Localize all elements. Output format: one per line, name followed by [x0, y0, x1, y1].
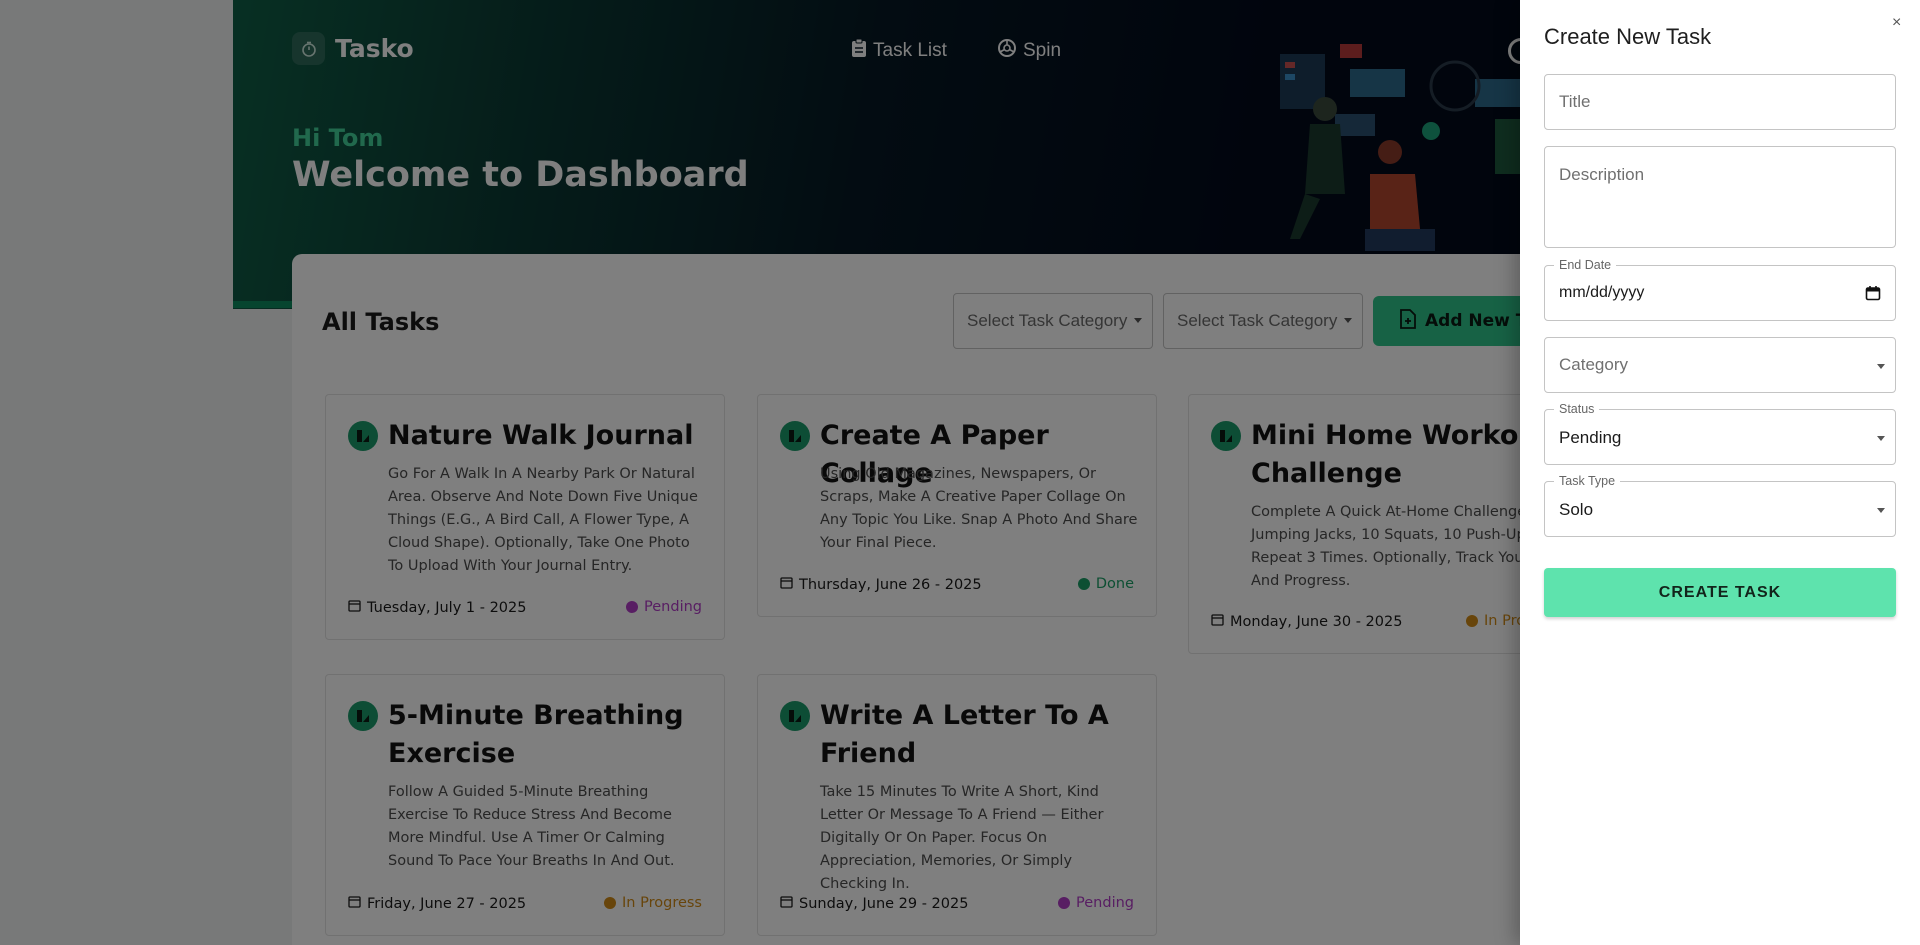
create-task-drawer: Create New Task × Title Description End …	[1520, 0, 1920, 945]
status-select[interactable]: Status Pending	[1544, 402, 1896, 465]
description-placeholder: Description	[1559, 165, 1645, 184]
end-date-label: End Date	[1554, 258, 1617, 272]
description-field[interactable]: Description	[1544, 146, 1896, 248]
create-task-button[interactable]: CREATE TASK	[1544, 568, 1896, 617]
task-type-select[interactable]: Task Type Solo	[1544, 474, 1896, 537]
title-placeholder: Title	[1559, 92, 1591, 111]
close-icon[interactable]: ×	[1892, 14, 1901, 32]
chevron-down-icon	[1877, 436, 1885, 441]
category-select[interactable]: Category	[1544, 337, 1896, 393]
task-type-label: Task Type	[1554, 474, 1621, 488]
title-field[interactable]: Title	[1544, 74, 1896, 130]
chevron-down-icon	[1877, 508, 1885, 513]
drawer-title: Create New Task	[1544, 24, 1712, 49]
status-label: Status	[1554, 402, 1600, 416]
chevron-down-icon	[1877, 364, 1885, 369]
category-placeholder: Category	[1559, 355, 1628, 374]
status-value: Pending	[1559, 428, 1622, 447]
end-date-value: mm/dd/yyyy	[1559, 284, 1645, 301]
end-date-field[interactable]: End Date mm/dd/yyyy	[1544, 258, 1896, 321]
calendar-icon[interactable]	[1865, 285, 1881, 306]
task-type-value: Solo	[1559, 500, 1594, 519]
